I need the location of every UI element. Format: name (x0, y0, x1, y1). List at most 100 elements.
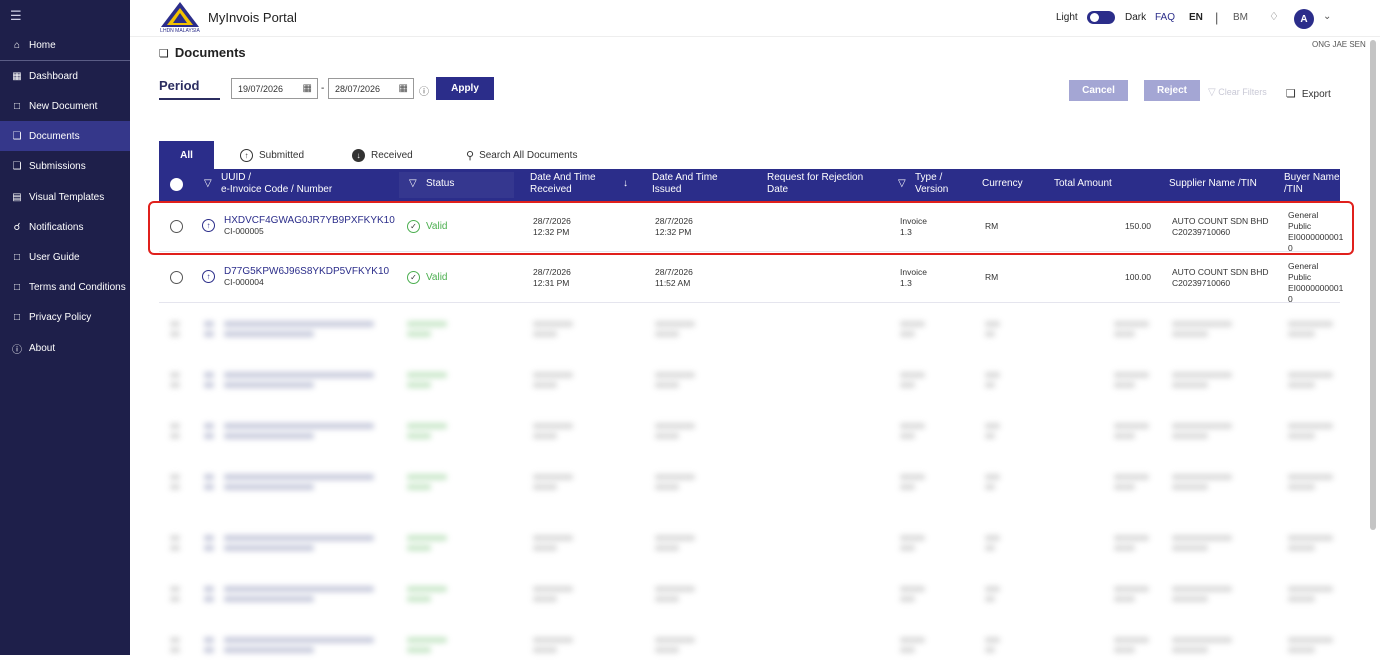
tab-submitted[interactable]: ↑ Submitted (240, 141, 304, 169)
sidebar-item-dashboard[interactable]: ▦ Dashboard (0, 61, 130, 91)
lhdn-logo[interactable]: LHDN MALAYSIA (158, 1, 202, 34)
obscured-cell (655, 586, 695, 592)
info-icon: ⓘ (12, 344, 22, 356)
column-status[interactable]: Status (426, 178, 454, 190)
uuid-cell[interactable]: D77G5KPW6J96S8YKDP5VFKYK10 CI-000004 (224, 266, 389, 288)
obscured-cell (900, 637, 925, 643)
chevron-down-icon[interactable]: ⌄ (1323, 11, 1331, 22)
obscured-cell (407, 647, 431, 653)
obscured-cell (985, 535, 1000, 541)
filter-icon[interactable]: ▽ (898, 178, 906, 190)
sidebar-item-user-guide[interactable]: □ User Guide (0, 242, 130, 272)
obscured-cell (985, 423, 1000, 429)
obscured-cell (655, 433, 679, 439)
column-type[interactable]: Type / Version (915, 172, 948, 196)
obscured-cell (533, 545, 557, 551)
obscured-cell (204, 586, 214, 592)
obscured-cell (204, 637, 214, 643)
obscured-cell (1172, 637, 1232, 643)
obscured-cell (655, 596, 679, 602)
sidebar-item-label: Dashboard (29, 70, 78, 82)
upload-icon: ↑ (240, 148, 253, 162)
bell-icon[interactable]: ♢ (1269, 10, 1279, 23)
obscured-cell (900, 372, 925, 378)
column-received[interactable]: Date And Time Received (530, 172, 596, 196)
date-from-input[interactable]: 19/07/2026 ▦ (231, 78, 318, 99)
lang-bm[interactable]: BM (1233, 12, 1248, 23)
scrollbar[interactable] (1370, 40, 1376, 530)
obscured-cell (1172, 596, 1208, 602)
theme-toggle[interactable] (1087, 11, 1115, 24)
page-title: ❏ Documents (159, 45, 246, 60)
obscured-cell (407, 423, 447, 429)
table-row[interactable]: ↑ D77G5KPW6J96S8YKDP5VFKYK10 CI-000004 ✓ V… (159, 252, 1343, 304)
sidebar-item-label: Documents (29, 130, 80, 142)
filter-icon[interactable]: ▽ (409, 178, 417, 190)
info-icon[interactable]: ⓘ (419, 83, 429, 98)
sidebar-item-terms[interactable]: □ Terms and Conditions (0, 272, 130, 302)
sidebar-item-notifications[interactable]: ☌ Notifications (0, 212, 130, 242)
reject-button[interactable]: Reject (1144, 80, 1200, 101)
obscured-cell (1288, 321, 1333, 327)
obscured-cell (170, 382, 180, 388)
currency-cell: RM (985, 272, 999, 282)
avatar[interactable]: A (1294, 9, 1314, 29)
sidebar-item-label: Privacy Policy (29, 311, 92, 323)
date-to-input[interactable]: 28/07/2026 ▦ (328, 78, 414, 99)
lang-en[interactable]: EN (1189, 12, 1203, 23)
obscured-cell (224, 535, 374, 541)
column-currency[interactable]: Currency (982, 178, 1023, 190)
cancel-button[interactable]: Cancel (1069, 80, 1128, 101)
row-select-radio[interactable] (170, 271, 183, 284)
obscured-cell (1172, 484, 1208, 490)
obscured-cell (1172, 423, 1232, 429)
select-all-checkbox[interactable] (170, 178, 183, 191)
apply-button[interactable]: Apply (436, 77, 494, 100)
obscured-cell (1288, 545, 1315, 551)
sidebar-item-documents[interactable]: ❏ Documents (0, 121, 130, 151)
sidebar-item-about[interactable]: ⓘ About (0, 333, 130, 363)
faq-link[interactable]: FAQ (1155, 12, 1175, 23)
obscured-cell (204, 433, 214, 439)
menu-icon[interactable]: ☰ (10, 8, 22, 24)
sidebar-item-new-document[interactable]: □ New Document (0, 91, 130, 121)
sidebar-item-visual-templates[interactable]: ▤ Visual Templates (0, 182, 130, 212)
top-bar: LHDN MALAYSIA MyInvois Portal Light Dark… (130, 0, 1380, 37)
documents-icon: ❏ (159, 48, 169, 60)
obscured-cell (407, 382, 431, 388)
obscured-cell (170, 545, 180, 551)
obscured-cell (1172, 433, 1208, 439)
column-issued[interactable]: Date And Time Issued (652, 172, 718, 196)
obscured-cell (985, 545, 995, 551)
tab-all[interactable]: All (159, 141, 214, 169)
sidebar-item-home[interactable]: ⌂ Home (0, 30, 130, 60)
obscured-cell (533, 586, 573, 592)
column-total[interactable]: Total Amount (1054, 178, 1112, 190)
obscured-cell (533, 331, 557, 337)
app-title: MyInvois Portal (208, 10, 297, 25)
table-row-obscured (159, 568, 1340, 619)
user-guide-icon: □ (13, 251, 21, 263)
tab-received[interactable]: ↓ Received (352, 141, 413, 169)
obscured-cell (407, 535, 447, 541)
obscured-cell (1114, 484, 1135, 490)
filter-icon[interactable]: ▽ (204, 178, 212, 190)
tab-search-all[interactable]: ⚲ Search All Documents (466, 141, 577, 169)
obscured-cell (407, 545, 431, 551)
column-buyer[interactable]: Buyer Name/TIN (1284, 172, 1340, 196)
sidebar-item-privacy[interactable]: □ Privacy Policy (0, 302, 130, 332)
calendar-icon[interactable]: ▦ (303, 83, 312, 94)
column-supplier[interactable]: Supplier Name /TIN (1169, 178, 1257, 190)
column-rejection[interactable]: Request for Rejection Date (767, 172, 863, 196)
sort-down-icon[interactable]: ↓ (623, 178, 628, 190)
calendar-icon[interactable]: ▦ (399, 83, 408, 94)
obscured-cell (533, 596, 557, 602)
sidebar-item-label: New Document (29, 100, 98, 112)
templates-icon: ▤ (12, 191, 22, 203)
obscured-cell (1172, 372, 1232, 378)
export-button[interactable]: ❏ Export (1286, 87, 1331, 100)
column-uuid[interactable]: UUID / e-Invoice Code / Number (221, 172, 332, 196)
sidebar-item-submissions[interactable]: ❏ Submissions (0, 151, 130, 181)
clear-filters-button[interactable]: ▽ Clear Filters (1208, 87, 1267, 98)
home-icon: ⌂ (13, 39, 21, 51)
